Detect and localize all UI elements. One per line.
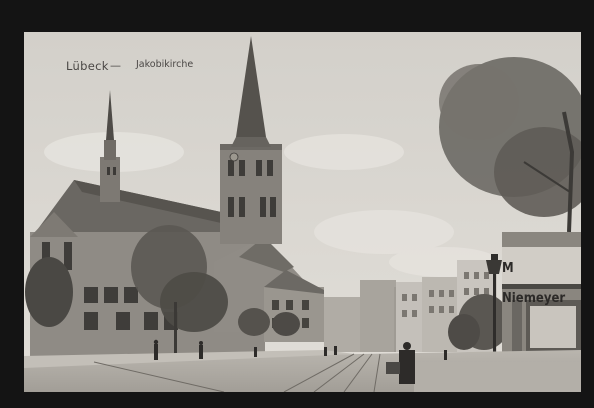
caption-church: Jakobikirche xyxy=(136,59,194,70)
street-scene xyxy=(24,32,581,392)
caption-dash: — xyxy=(110,59,121,72)
postcard-photo: Lübeck — Jakobikirche M Niemeyer xyxy=(24,32,581,392)
caption-city: Lübeck xyxy=(66,59,109,73)
shop-sign: M Niemeyer xyxy=(502,261,566,306)
